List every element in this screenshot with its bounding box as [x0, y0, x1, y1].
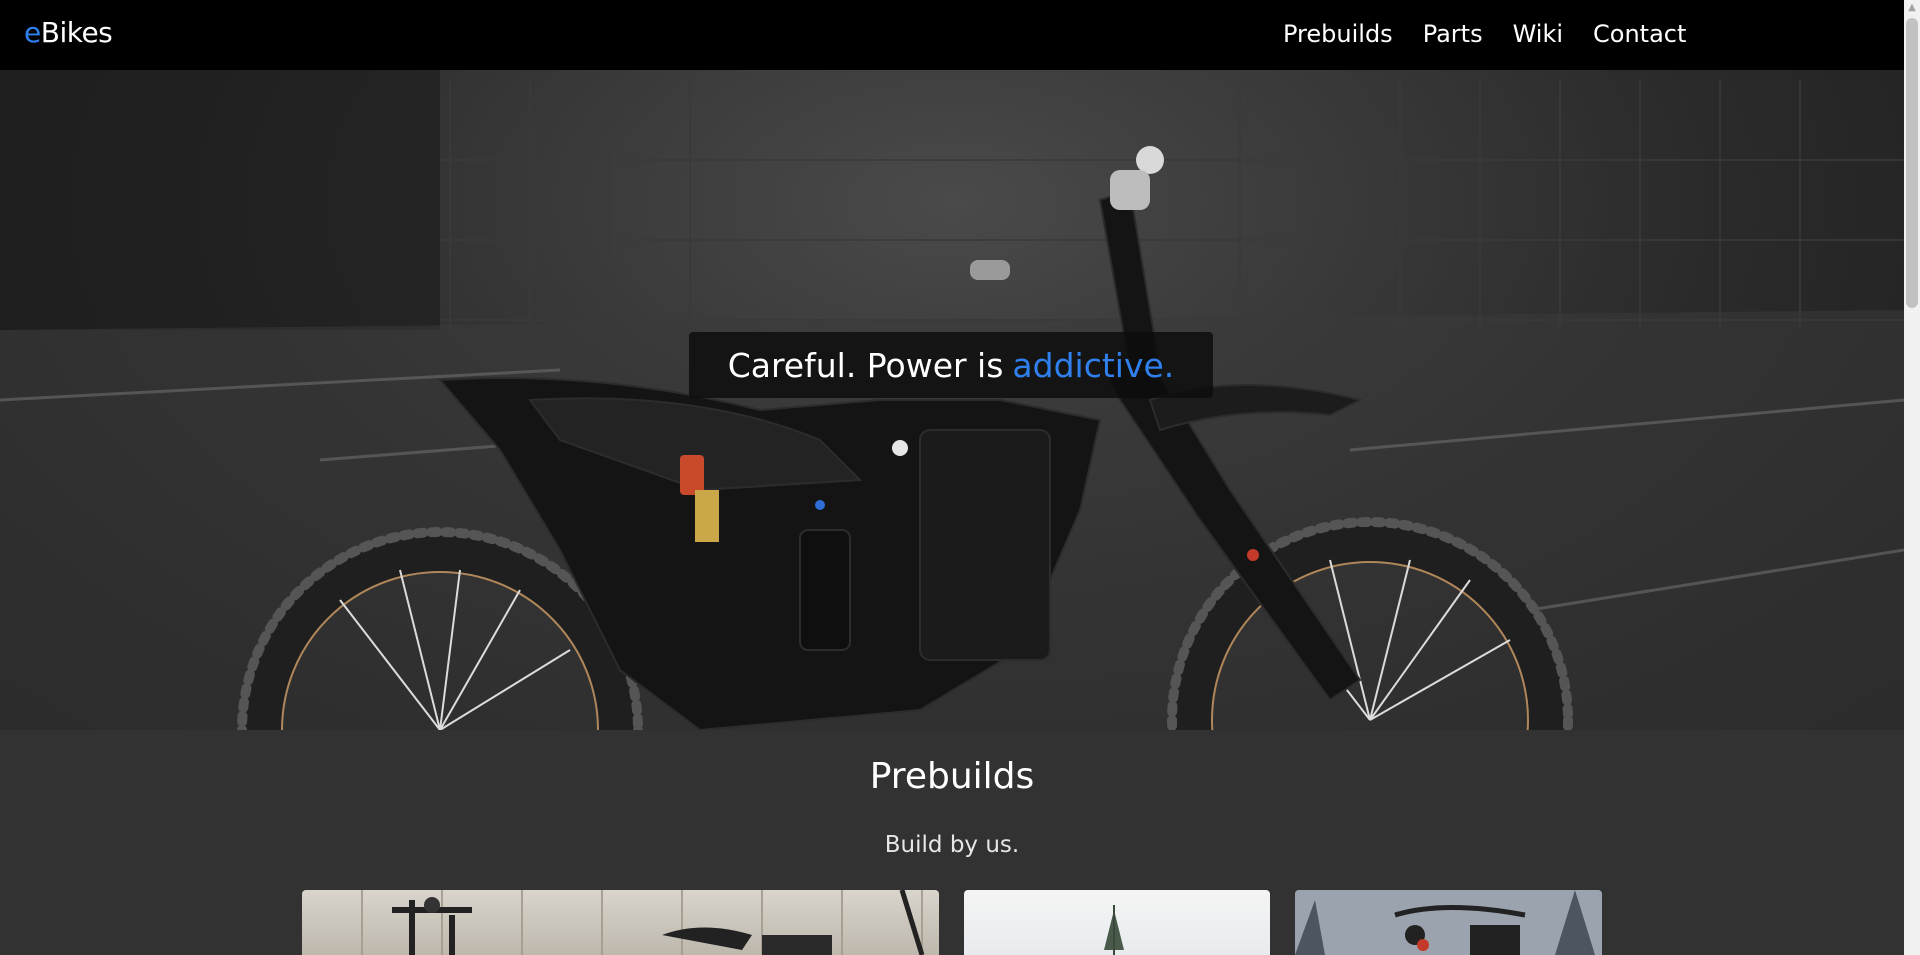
hero-tagline: Careful. Power is addictive.	[689, 332, 1213, 398]
scrollbar-thumb[interactable]	[1906, 18, 1918, 308]
main-nav: Prebuilds Parts Wiki Contact	[1283, 20, 1686, 48]
nav-link-parts[interactable]: Parts	[1423, 20, 1483, 48]
prebuild-card-3[interactable]	[1295, 890, 1602, 955]
page-scrollbar[interactable]: ▲	[1904, 0, 1920, 955]
brand-name: Bikes	[40, 16, 113, 49]
nav-link-contact[interactable]: Contact	[1593, 20, 1686, 48]
brand-logo[interactable]: eBikes	[24, 16, 113, 49]
nav-link-prebuilds[interactable]: Prebuilds	[1283, 20, 1393, 48]
navbar: eBikes Prebuilds Parts Wiki Contact	[0, 0, 1904, 70]
prebuilds-subtitle: Build by us.	[884, 832, 1020, 858]
tagline-accent: addictive.	[1012, 345, 1175, 385]
scroll-up-arrow-icon[interactable]: ▲	[1904, 0, 1920, 16]
prebuild-image-1	[361, 890, 925, 955]
tagline-text: Careful. Power is	[727, 345, 1004, 385]
hero-bike-image	[0, 70, 1904, 730]
prebuilds-heading: Prebuilds	[869, 756, 1035, 797]
prebuild-card-1[interactable]	[302, 890, 939, 955]
brand-prefix: e	[24, 16, 41, 49]
prebuild-image-2	[1104, 905, 1124, 955]
prebuild-image-3	[1295, 890, 1602, 955]
nav-link-wiki[interactable]: Wiki	[1513, 20, 1563, 48]
prebuild-card-2[interactable]	[964, 890, 1270, 955]
hero-banner: Careful. Power is addictive.	[0, 70, 1904, 730]
